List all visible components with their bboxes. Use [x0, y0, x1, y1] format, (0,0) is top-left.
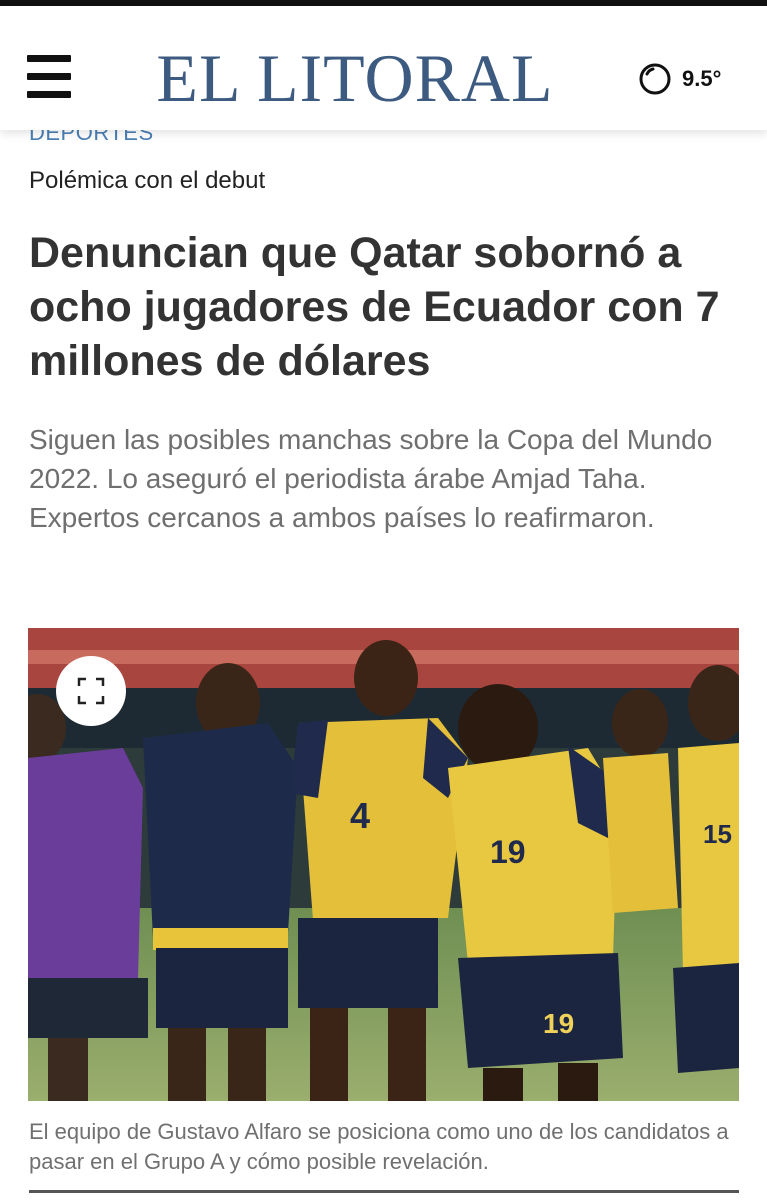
weather-widget[interactable]: 9.5° — [638, 62, 721, 96]
photo-caption: El equipo de Gustavo Alfaro se posiciona… — [29, 1119, 729, 1174]
weather-temperature: 9.5° — [682, 66, 722, 91]
menu-button[interactable] — [27, 55, 71, 99]
menu-icon-bar — [27, 73, 71, 80]
article-summary: Siguen las posibles manchas sobre la Cop… — [29, 424, 713, 533]
svg-text:15: 15 — [703, 819, 732, 849]
site-header: EL LITORAL 9.5° — [0, 6, 767, 130]
article-headline: Denuncian que Qatar sobornó a ocho jugad… — [29, 229, 720, 385]
article-photo[interactable]: 4 19 19 15 — [28, 628, 739, 1101]
expand-image-button[interactable] — [56, 656, 126, 726]
svg-text:19: 19 — [490, 834, 526, 870]
site-logo[interactable]: EL LITORAL — [130, 42, 580, 114]
article-photo-image: 4 19 19 15 — [28, 628, 739, 1101]
expand-icon — [77, 677, 105, 705]
divider — [29, 1190, 739, 1193]
article-kicker: Polémica con el debut — [29, 167, 266, 194]
svg-text:19: 19 — [543, 1008, 574, 1039]
menu-icon — [27, 55, 71, 62]
menu-icon-bar — [27, 91, 71, 98]
weather-moon-icon — [639, 63, 671, 95]
svg-text:4: 4 — [350, 795, 370, 836]
